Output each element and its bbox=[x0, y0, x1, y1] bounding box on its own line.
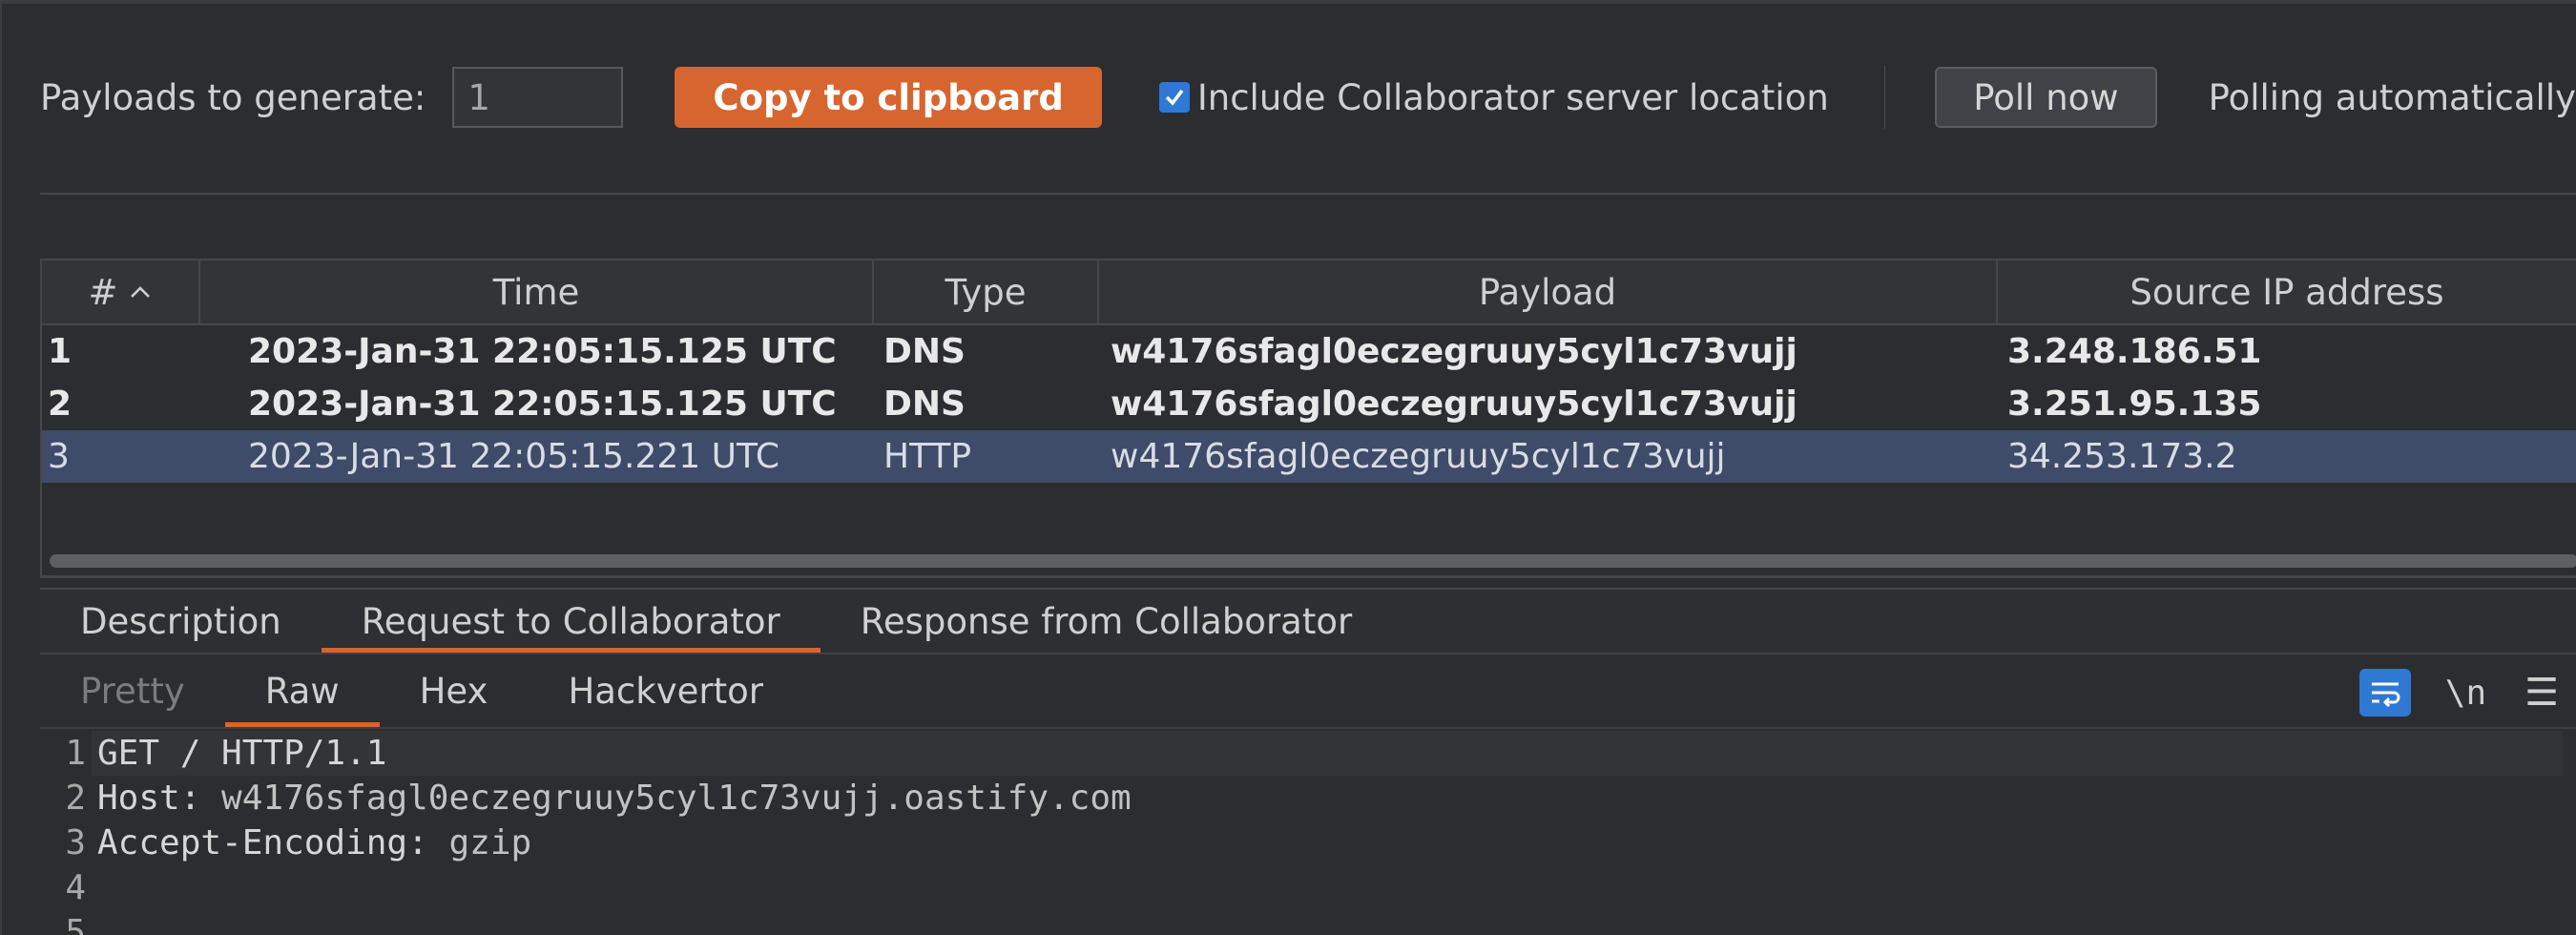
row-time: 2023-Jan-31 22:05:15.125 UTC bbox=[248, 332, 837, 371]
toolbar-separator bbox=[1883, 66, 1886, 129]
checkmark-icon bbox=[1165, 89, 1184, 106]
line-number: 5 bbox=[65, 913, 86, 935]
column-header-type[interactable]: Type bbox=[874, 260, 1099, 323]
show-newlines-button[interactable]: \n bbox=[2445, 674, 2486, 713]
include-location-label: Include Collaborator server location bbox=[1196, 76, 1829, 118]
collaborator-toolbar: Payloads to generate: 1 Copy to clipboar… bbox=[40, 65, 2576, 130]
polling-status: Polling automatically bbox=[2208, 76, 2576, 118]
column-header-time[interactable]: Time bbox=[200, 260, 874, 323]
line-number: 3 bbox=[65, 823, 86, 862]
pane-splitter[interactable] bbox=[40, 576, 2576, 590]
line-content bbox=[92, 910, 2563, 935]
column-header-source-ip[interactable]: Source IP address bbox=[1998, 260, 2576, 323]
line-content: Accept-Encoding: gzip bbox=[97, 823, 532, 862]
left-border bbox=[0, 0, 2, 935]
detail-tabs: Description Request to Collaborator Resp… bbox=[40, 590, 2576, 654]
column-header-payload[interactable]: Payload bbox=[1099, 260, 1998, 323]
request-editor[interactable]: 1 GET / HTTP/1.1 2 Host: w4176sfagl0ecze… bbox=[40, 731, 2576, 935]
column-header-number[interactable]: # bbox=[42, 260, 200, 323]
tab-request-to-collaborator[interactable]: Request to Collaborator bbox=[321, 590, 821, 653]
line-number: 4 bbox=[65, 868, 86, 907]
menu-icon[interactable]: ☰ bbox=[2524, 671, 2559, 715]
sort-ascending-icon bbox=[130, 286, 150, 298]
tab-response-from-collaborator[interactable]: Response from Collaborator bbox=[821, 590, 1392, 653]
payloads-label: Payloads to generate: bbox=[40, 76, 426, 118]
poll-now-button[interactable]: Poll now bbox=[1935, 67, 2157, 128]
editor-line: 3 Accept-Encoding: gzip bbox=[40, 821, 2576, 865]
editor-line: 2 Host: w4176sfagl0eczegruuy5cyl1c73vujj… bbox=[40, 776, 2576, 821]
line-number: 1 bbox=[65, 734, 86, 773]
row-time: 2023-Jan-31 22:05:15.221 UTC bbox=[248, 437, 779, 476]
include-location-checkbox[interactable] bbox=[1158, 82, 1190, 113]
editor-line: 5 bbox=[40, 910, 2576, 935]
top-border bbox=[0, 0, 2576, 4]
view-tabs: Pretty Raw Hex Hackvertor \n ☰ bbox=[40, 656, 2576, 729]
tab-hex[interactable]: Hex bbox=[380, 654, 529, 727]
table-row-selected[interactable]: 3 2023-Jan-31 22:05:15.221 UTC HTTP w417… bbox=[42, 430, 2576, 483]
tab-description[interactable]: Description bbox=[40, 590, 322, 653]
line-content: Host: w4176sfagl0eczegruuy5cyl1c73vujj.o… bbox=[97, 779, 1132, 818]
row-number: 1 bbox=[48, 332, 73, 371]
row-source-ip: 3.251.95.135 bbox=[2007, 384, 2262, 424]
payloads-count-input[interactable]: 1 bbox=[452, 67, 624, 128]
toolbar-divider bbox=[40, 193, 2576, 195]
row-payload: w4176sfagl0eczegruuy5cyl1c73vujj bbox=[1111, 437, 1726, 476]
include-location-checkbox-wrap[interactable]: Include Collaborator server location bbox=[1158, 76, 1829, 118]
tab-pretty[interactable]: Pretty bbox=[40, 654, 225, 727]
word-wrap-icon bbox=[2371, 682, 2400, 707]
table-row[interactable]: 2 2023-Jan-31 22:05:15.125 UTC DNS w4176… bbox=[42, 378, 2576, 430]
row-source-ip: 34.253.173.2 bbox=[2007, 437, 2237, 476]
copy-to-clipboard-button[interactable]: Copy to clipboard bbox=[675, 67, 1102, 128]
row-number: 3 bbox=[48, 437, 70, 476]
table-horizontal-scrollbar[interactable] bbox=[50, 554, 2576, 568]
editor-line: 4 bbox=[40, 865, 2576, 910]
row-number: 2 bbox=[48, 384, 73, 424]
table-header: # Time Type Payload Source IP address bbox=[42, 260, 2576, 325]
tab-raw[interactable]: Raw bbox=[224, 654, 380, 727]
line-number: 2 bbox=[65, 779, 86, 818]
row-payload: w4176sfagl0eczegruuy5cyl1c73vujj bbox=[1111, 384, 1797, 424]
interactions-table: # Time Type Payload Source IP address 1 … bbox=[40, 259, 2576, 577]
row-time: 2023-Jan-31 22:05:15.125 UTC bbox=[248, 384, 837, 424]
table-row[interactable]: 1 2023-Jan-31 22:05:15.125 UTC DNS w4176… bbox=[42, 325, 2576, 378]
word-wrap-button[interactable] bbox=[2358, 669, 2411, 717]
row-payload: w4176sfagl0eczegruuy5cyl1c73vujj bbox=[1111, 332, 1797, 371]
row-type: DNS bbox=[883, 332, 966, 371]
line-content bbox=[92, 865, 2563, 910]
row-source-ip: 3.248.186.51 bbox=[2007, 332, 2262, 371]
editor-tools: \n ☰ bbox=[2358, 656, 2576, 729]
tab-hackvertor[interactable]: Hackvertor bbox=[528, 654, 803, 727]
line-content: GET / HTTP/1.1 bbox=[92, 731, 2563, 776]
row-type: HTTP bbox=[883, 437, 972, 476]
row-type: DNS bbox=[883, 384, 966, 424]
editor-line: 1 GET / HTTP/1.1 bbox=[40, 731, 2576, 776]
